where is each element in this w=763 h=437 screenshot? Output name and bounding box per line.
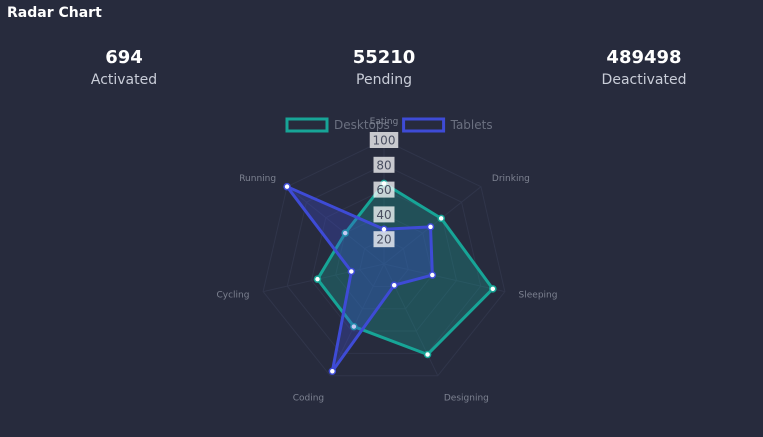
tick-text: 80 — [376, 158, 391, 172]
data-point-tablets-sleeping[interactable] — [428, 271, 437, 279]
axis-label-running: Running — [239, 174, 276, 184]
legend-label: Tablets — [450, 118, 493, 132]
tick-label-60: 60 — [373, 181, 395, 198]
tick-text: 60 — [376, 183, 391, 197]
data-point-tablets-drinking[interactable] — [426, 223, 435, 231]
legend-swatch — [402, 117, 446, 133]
legend-item-tablets[interactable]: Tablets — [402, 117, 493, 133]
legend-swatch — [285, 117, 329, 133]
data-point-tablets-cycling[interactable] — [347, 267, 356, 276]
stat-activated: 694 Activated — [24, 46, 224, 90]
stat-pending: 55210 Pending — [284, 46, 484, 90]
axis-label-eating: Eating — [370, 117, 399, 127]
data-point-tablets-running[interactable] — [283, 182, 291, 191]
tick-text: 40 — [376, 208, 391, 222]
data-point-tablets-designing[interactable] — [390, 281, 398, 289]
stat-deactivated: 489498 Deactivated — [544, 46, 744, 90]
stat-label: Deactivated — [601, 72, 687, 88]
data-point-desktops-cycling[interactable] — [313, 275, 322, 283]
stat-value: 694 — [105, 47, 143, 68]
tick-label-100: 100 — [369, 132, 399, 148]
tick-text: 20 — [376, 233, 391, 247]
axis-label-coding: Coding — [293, 393, 324, 403]
axis-label-cycling: Cycling — [216, 291, 249, 301]
data-point-desktops-sleeping[interactable] — [489, 285, 497, 293]
data-point-desktops-designing[interactable] — [423, 350, 432, 359]
tick-text: 100 — [373, 134, 396, 148]
stat-label: Activated — [90, 72, 158, 88]
radar-chart: Desktops Tablets EatingDrinkingSleepingDe… — [216, 117, 558, 403]
stat-value: 55210 — [352, 47, 416, 68]
tick-label-40: 40 — [373, 206, 395, 223]
tick-label-80: 80 — [373, 156, 395, 173]
tick-label-20: 20 — [373, 231, 395, 248]
data-point-tablets-coding[interactable] — [328, 367, 337, 376]
axis-label-drinking: Drinking — [492, 174, 530, 184]
stat-label: Pending — [356, 72, 412, 88]
stat-value: 489498 — [606, 47, 682, 68]
data-point-desktops-drinking[interactable] — [437, 214, 445, 223]
page-title: Radar Chart — [7, 5, 102, 21]
stats-row: 694 Activated 55210 Pending 489498 Deact… — [0, 46, 763, 96]
axis-label-designing: Designing — [444, 393, 489, 403]
axis-label-sleeping: Sleeping — [519, 291, 558, 301]
